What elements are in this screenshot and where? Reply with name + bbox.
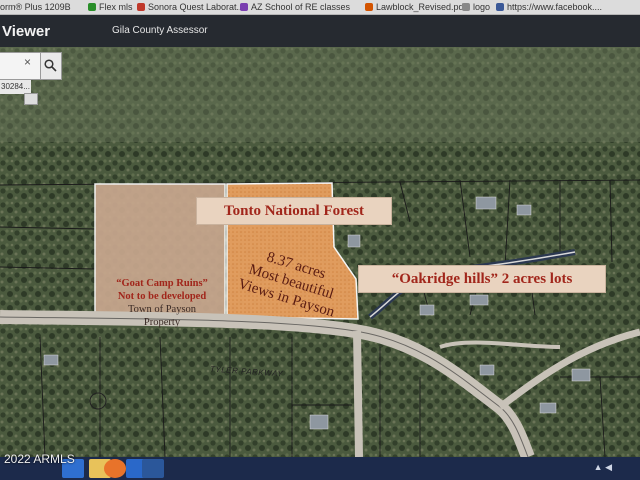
watermark: 2022 ARMLS (4, 452, 75, 466)
collapse-handle[interactable] (24, 93, 38, 105)
pdf-icon (365, 3, 373, 11)
app-title: Viewer (2, 23, 51, 40)
forest-label: Tonto National Forest (196, 197, 392, 225)
ruins-line1: “Goat Camp Ruins” (116, 278, 208, 289)
search-button[interactable] (40, 52, 62, 80)
search-icon (44, 59, 57, 72)
school-icon (240, 3, 248, 11)
taskbar (0, 457, 640, 480)
bookmark-item[interactable]: Sonora Quest Laborat... (137, 1, 244, 13)
flexmls-icon (88, 3, 96, 11)
bookmark-item[interactable]: orm® Plus 1209B (0, 1, 71, 13)
ruins-line2: Not to be developed (117, 291, 207, 302)
upper-forest-tint (0, 47, 640, 142)
bookmark-item[interactable]: Lawblock_Revised.pdf (365, 1, 466, 13)
bookmark-label: Lawblock_Revised.pdf (376, 2, 467, 12)
parcel-map[interactable]: Tonto National Forest “Oakridge hills” 2… (0, 47, 640, 457)
bookmark-item[interactable]: logo (462, 1, 490, 13)
bookmark-item[interactable]: Flex mls (88, 1, 133, 13)
bookmark-item[interactable]: https://www.facebook.... (496, 1, 602, 13)
volume-icon[interactable]: ◀ (605, 462, 612, 472)
tray-icons: ▲ ◀ (594, 462, 612, 473)
bookmark-label: Flex mls (99, 2, 133, 12)
sonora-quest-icon (137, 3, 145, 11)
oakridge-label: “Oakridge hills” 2 acres lots (358, 265, 606, 293)
logo-icon (462, 3, 470, 11)
bookmark-label: logo (473, 2, 491, 12)
parcel-result[interactable]: 30284... (0, 80, 31, 94)
cross-road (353, 330, 363, 457)
bookmark-label: orm® Plus 1209B (0, 2, 71, 12)
viewer-header: Viewer Gila County Assessor (0, 15, 640, 47)
bookmark-label: https://www.facebook.... (507, 2, 603, 12)
bookmarks-bar: orm® Plus 1209B Flex mls Sonora Quest La… (0, 0, 640, 15)
word-icon[interactable] (142, 459, 164, 478)
assessor-title: Gila County Assessor (112, 25, 208, 36)
facebook-icon (496, 3, 504, 11)
search-input[interactable] (0, 52, 41, 80)
wifi-icon[interactable]: ▲ (594, 462, 603, 472)
ruins-line3: Town of Payson (127, 304, 197, 315)
bookmark-label: AZ School of RE classes (251, 2, 351, 12)
goat-camp-text: “Goat Camp Ruins” Not to be developed To… (100, 277, 224, 329)
map-canvas (0, 47, 640, 457)
clear-icon[interactable]: × (24, 55, 31, 69)
bookmark-label: Sonora Quest Laborat... (148, 2, 245, 12)
bookmark-item[interactable]: AZ School of RE classes (240, 1, 350, 13)
firefox-icon[interactable] (104, 459, 126, 478)
ruins-line4: Property (143, 317, 181, 328)
